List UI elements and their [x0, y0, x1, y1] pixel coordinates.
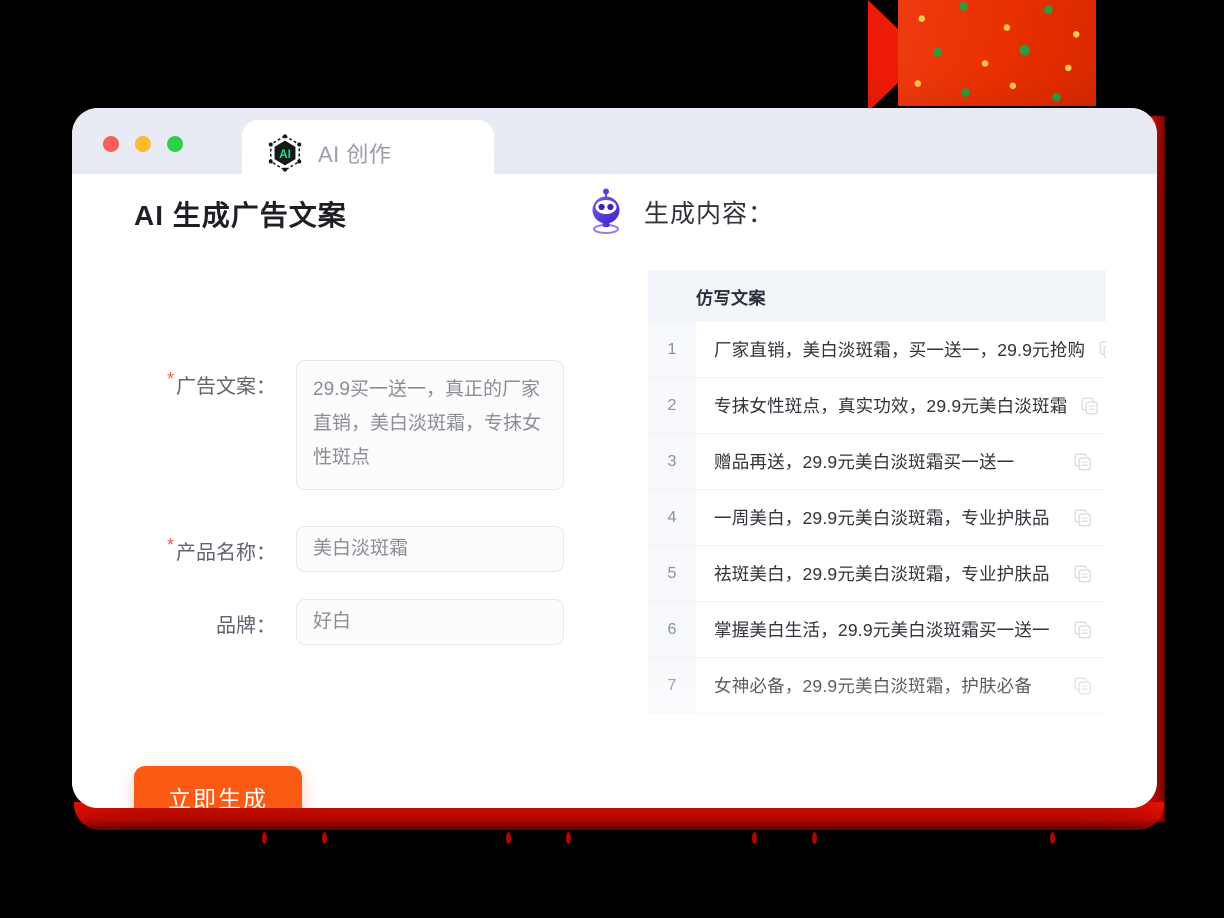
table-row[interactable]: 1 厂家直销，美白淡斑霜，买一送一，29.9元抢购 — [648, 322, 1106, 378]
minimize-button[interactable] — [135, 136, 151, 152]
row-index: 2 — [648, 378, 696, 433]
decor-speck — [566, 832, 571, 844]
required-asterisk: * — [166, 369, 174, 389]
label-brand: 品牌： — [108, 599, 276, 638]
form-row-brand: 品牌： 好白 — [108, 599, 564, 645]
label-product-name: * 产品名称： — [108, 526, 276, 565]
row-copy-text: 掌握美白生活，29.9元美白淡斑霜买一送一 — [714, 620, 1050, 640]
decor-confetti-block — [898, 0, 1096, 106]
brand-input[interactable]: 好白 — [296, 599, 564, 645]
label-brand-text: 品牌： — [216, 615, 276, 637]
table-row[interactable]: 3 赠品再送，29.9元美白淡斑霜买一送一 — [648, 434, 1106, 490]
product-name-input[interactable]: 美白淡斑霜 — [296, 526, 564, 572]
copy-button[interactable] — [1060, 508, 1106, 527]
generate-button[interactable]: 立即生成 — [134, 766, 302, 808]
tab-label: AI 创作 — [318, 142, 392, 167]
table-row[interactable]: 5 祛斑美白，29.9元美白淡斑霜，专业护肤品 — [648, 546, 1106, 602]
table-row[interactable]: 2 专抹女性斑点，真实功效，29.9元美白淡斑霜 — [648, 378, 1106, 434]
decor-speck — [322, 832, 327, 844]
decor-speck — [262, 832, 267, 844]
row-index: 3 — [648, 434, 696, 489]
page-title: AI 生成广告文案 — [134, 200, 347, 231]
table-header-row: 仿写文案 — [648, 270, 1106, 322]
decor-dark-notch — [913, 36, 967, 70]
robot-icon — [584, 188, 628, 236]
result-header: 生成内容： — [584, 188, 774, 236]
ai-hexagon-logo-icon: AI — [266, 134, 304, 172]
row-index: 7 — [648, 658, 696, 713]
row-index: 4 — [648, 490, 696, 545]
copy-icon — [1074, 508, 1091, 527]
window-controls — [103, 136, 183, 152]
decor-red-arrow — [868, 0, 926, 112]
copy-icon — [1074, 620, 1091, 639]
label-ad-copy: * 广告文案： — [108, 360, 276, 399]
copy-button[interactable] — [1085, 340, 1106, 359]
table-row[interactable]: 7 女神必备，29.9元美白淡斑霜，护肤必备 — [648, 658, 1106, 714]
table-body: 1 厂家直销，美白淡斑霜，买一送一，29.9元抢购 2 专抹女性斑点，真实功效，29.… — [648, 322, 1106, 714]
form-pane: AI 生成广告文案 * 广告文案： 29.9买一送一，真正的厂家直销，美白淡斑霜，… — [72, 174, 572, 808]
row-copy-text: 专抹女性斑点，真实功效，29.9元美白淡斑霜 — [714, 396, 1068, 416]
required-asterisk: * — [166, 535, 174, 555]
row-index: 5 — [648, 546, 696, 601]
table-row[interactable]: 4 一周美白，29.9元美白淡斑霜，专业护肤品 — [648, 490, 1106, 546]
label-product-name-text: 产品名称： — [176, 542, 276, 564]
label-ad-copy-text: 广告文案： — [176, 376, 276, 398]
close-button[interactable] — [103, 136, 119, 152]
copy-button[interactable] — [1060, 564, 1106, 583]
copy-button[interactable] — [1067, 396, 1106, 415]
app-window: AI AI 创作 AI 生成广告文案 * 广告文案： 29.9买一送一，真正的厂家… — [72, 108, 1157, 808]
row-copy-text: 一周美白，29.9元美白淡斑霜，专业护肤品 — [714, 508, 1050, 528]
ad-copy-textarea[interactable]: 29.9买一送一，真正的厂家直销，美白淡斑霜，专抹女性斑点 — [296, 360, 564, 490]
window-content: AI 生成广告文案 * 广告文案： 29.9买一送一，真正的厂家直销，美白淡斑霜，… — [72, 174, 1157, 808]
result-table: 仿写文案 1 厂家直销，美白淡斑霜，买一送一，29.9元抢购 2 专抹女性斑点，真实功… — [648, 270, 1106, 786]
copy-button[interactable] — [1060, 676, 1106, 695]
svg-text:AI: AI — [279, 147, 291, 161]
result-pane: 生成内容： 仿写文案 1 厂家直销，美白淡斑霜，买一送一，29.9元抢购 2 专抹女性… — [572, 174, 1157, 808]
decor-speck — [752, 832, 757, 844]
decor-speck — [812, 832, 817, 844]
row-copy-text: 厂家直销，美白淡斑霜，买一送一，29.9元抢购 — [714, 340, 1086, 360]
copy-icon — [1074, 676, 1091, 695]
row-copy-text: 赠品再送，29.9元美白淡斑霜买一送一 — [714, 452, 1015, 472]
copy-button[interactable] — [1060, 452, 1106, 471]
row-index: 1 — [648, 322, 696, 377]
copy-button[interactable] — [1060, 620, 1106, 639]
copy-icon — [1099, 340, 1106, 359]
form-row-product-name: * 产品名称： 美白淡斑霜 — [108, 526, 564, 572]
copy-icon — [1081, 396, 1099, 415]
decor-speck — [1050, 832, 1055, 844]
copy-icon — [1074, 452, 1091, 471]
decor-speck — [506, 832, 511, 844]
titlebar: AI AI 创作 — [72, 108, 1157, 186]
table-header-copy: 仿写文案 — [696, 288, 766, 308]
table-row[interactable]: 6 掌握美白生活，29.9元美白淡斑霜买一送一 — [648, 602, 1106, 658]
row-copy-text: 祛斑美白，29.9元美白淡斑霜，专业护肤品 — [714, 564, 1050, 584]
form-row-ad-copy: * 广告文案： 29.9买一送一，真正的厂家直销，美白淡斑霜，专抹女性斑点 — [108, 360, 564, 490]
row-copy-text: 女神必备，29.9元美白淡斑霜，护肤必备 — [714, 676, 1033, 696]
row-index: 6 — [648, 602, 696, 657]
copy-icon — [1074, 564, 1091, 583]
maximize-button[interactable] — [167, 136, 183, 152]
result-title: 生成内容： — [644, 200, 775, 228]
